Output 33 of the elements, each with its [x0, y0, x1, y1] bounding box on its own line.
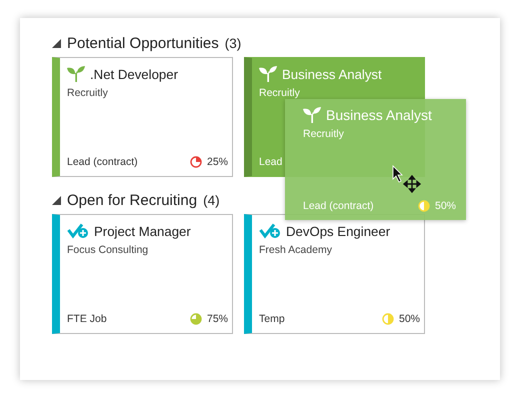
job-type: FTE Job — [67, 313, 108, 325]
company-name: Recruitly — [259, 87, 301, 99]
section-count: (3) — [224, 36, 242, 50]
job-title: Business Analyst — [282, 66, 382, 82]
percent-label: 50% — [434, 200, 456, 212]
percent-label: 75% — [206, 313, 228, 325]
collapse-toggle-icon[interactable] — [52, 196, 61, 204]
check-plus-icon — [67, 223, 89, 239]
section-title: Potential Opportunities — [67, 34, 219, 52]
job-card[interactable]: Project Manager Focus Consulting FTE Job 75% — [52, 214, 233, 334]
check-plus-icon — [259, 223, 281, 239]
section-title: Open for Recruiting — [67, 192, 198, 208]
job-type: Lead (contract) — [303, 200, 375, 212]
sprout-icon — [303, 107, 321, 123]
job-card[interactable]: .Net Developer Recruitly Lead (contract) 25% — [52, 57, 233, 177]
job-type: Lead (contract) — [67, 156, 139, 168]
job-type: Temp — [259, 313, 286, 325]
move-cursor-icon — [392, 165, 422, 193]
percent-label: 50% — [398, 313, 420, 325]
percent-label: 25% — [206, 156, 228, 168]
company-name: Focus Consulting — [67, 244, 150, 256]
job-title: .Net Developer — [90, 66, 178, 82]
section-count: (4) — [203, 192, 220, 208]
company-name: Fresh Academy — [259, 244, 333, 256]
company-name: Recruitly — [303, 128, 345, 140]
job-title: DevOps Engineer — [286, 224, 390, 238]
sprout-icon — [259, 66, 277, 82]
sprout-icon — [67, 66, 85, 82]
job-card[interactable]: DevOps Engineer Fresh Academy Temp 50% — [244, 214, 425, 334]
job-title: Project Manager — [94, 224, 191, 238]
company-name: Recruitly — [67, 87, 109, 99]
collapse-toggle-icon[interactable] — [52, 38, 61, 48]
job-type: Lead — [259, 156, 284, 168]
